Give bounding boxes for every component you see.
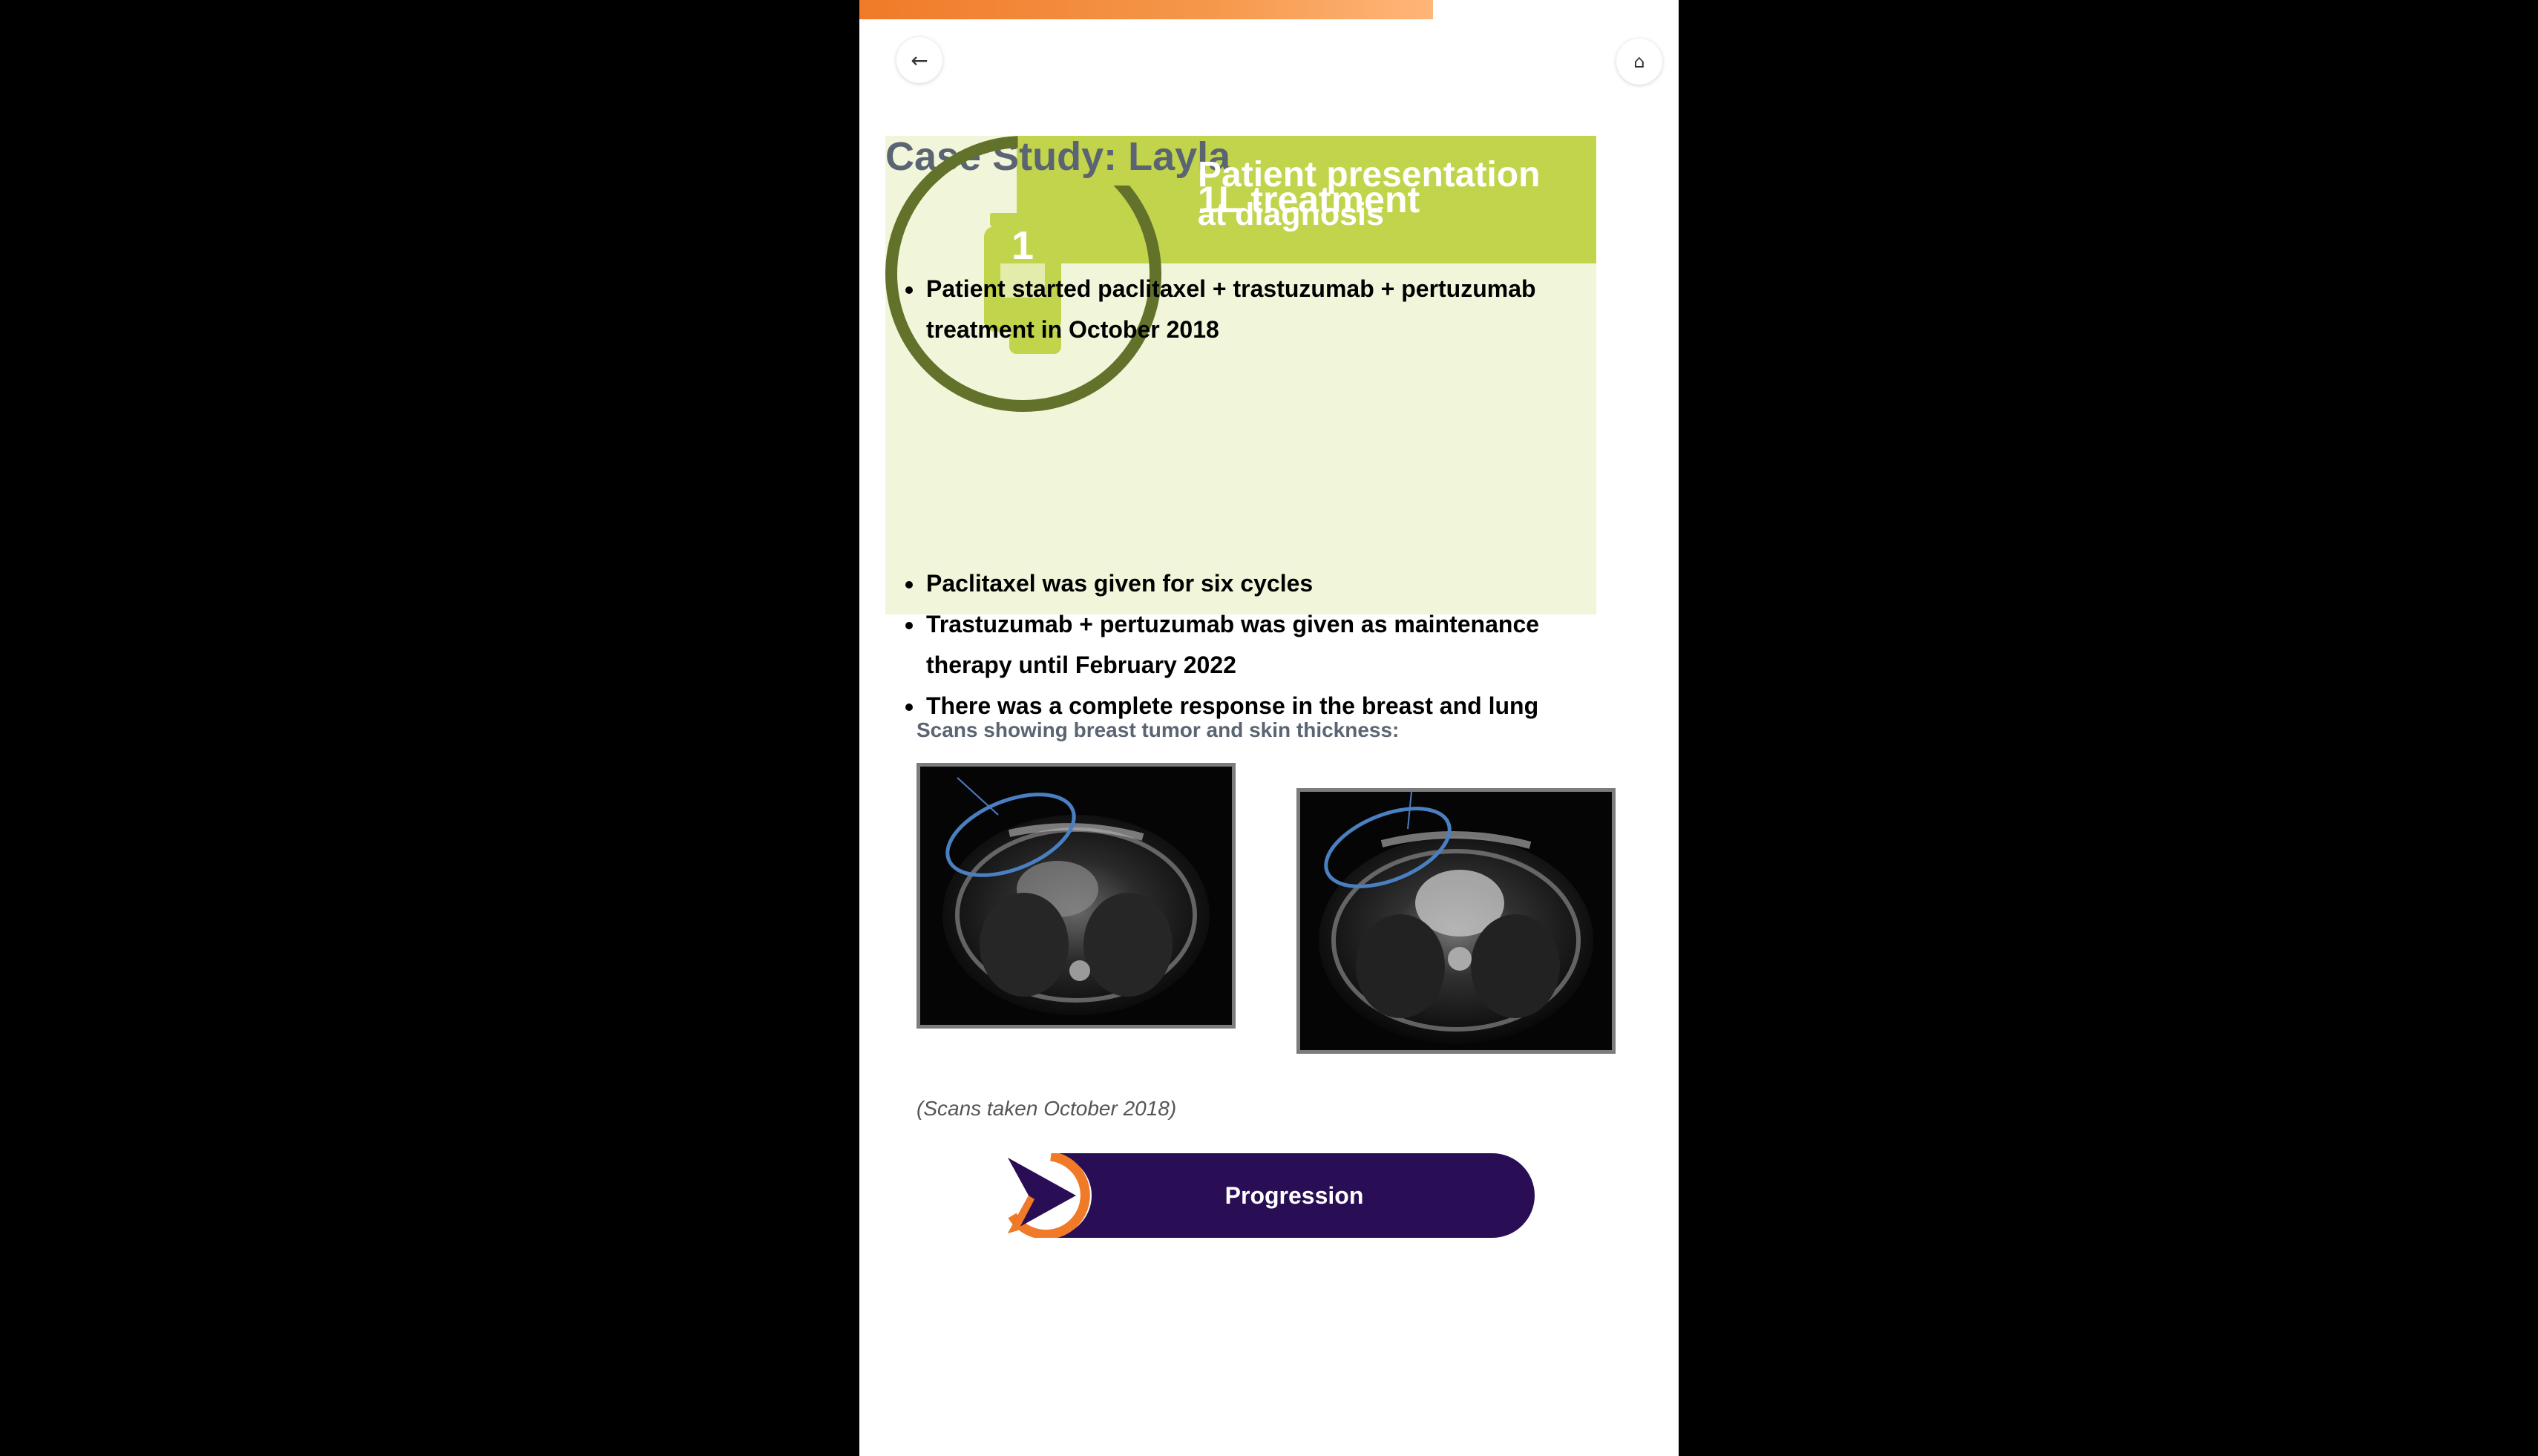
treatment-line-heading: 1L treatment: [1198, 179, 1420, 220]
list-item: Trastuzumab + pertuzumab was given as ma…: [904, 604, 1587, 686]
outcome-bullet-list: Paclitaxel was given for six cycles Tras…: [904, 563, 1587, 727]
arrow-left-icon: ←: [911, 47, 928, 73]
home-icon: ⌂: [1633, 51, 1645, 72]
list-item: Paclitaxel was given for six cycles: [904, 563, 1587, 604]
progress-bar: [859, 0, 1679, 19]
back-button[interactable]: ←: [896, 37, 942, 83]
scan-image-1: [916, 763, 1236, 1029]
list-item: Patient started paclitaxel + trastuzumab…: [904, 269, 1572, 350]
progression-button-label[interactable]: Progression: [1054, 1153, 1535, 1238]
scan-image-2: [1296, 788, 1616, 1054]
progress-bar-fill: [859, 0, 1433, 19]
scans-caption: (Scans taken October 2018): [916, 1097, 1177, 1120]
step-number: 1: [1011, 223, 1034, 268]
scans-label: Scans showing breast tumor and skin thic…: [916, 718, 1400, 741]
home-button[interactable]: ⌂: [1616, 39, 1662, 85]
treatment-bullet-list: Patient started paclitaxel + trastuzumab…: [904, 269, 1572, 350]
play-arrow-icon[interactable]: [1002, 1153, 1100, 1238]
progression-button[interactable]: Progression: [1002, 1153, 1535, 1238]
app-viewport: ← ⌂ Case Study: Layla 1 Patient presenta…: [859, 0, 1679, 1456]
